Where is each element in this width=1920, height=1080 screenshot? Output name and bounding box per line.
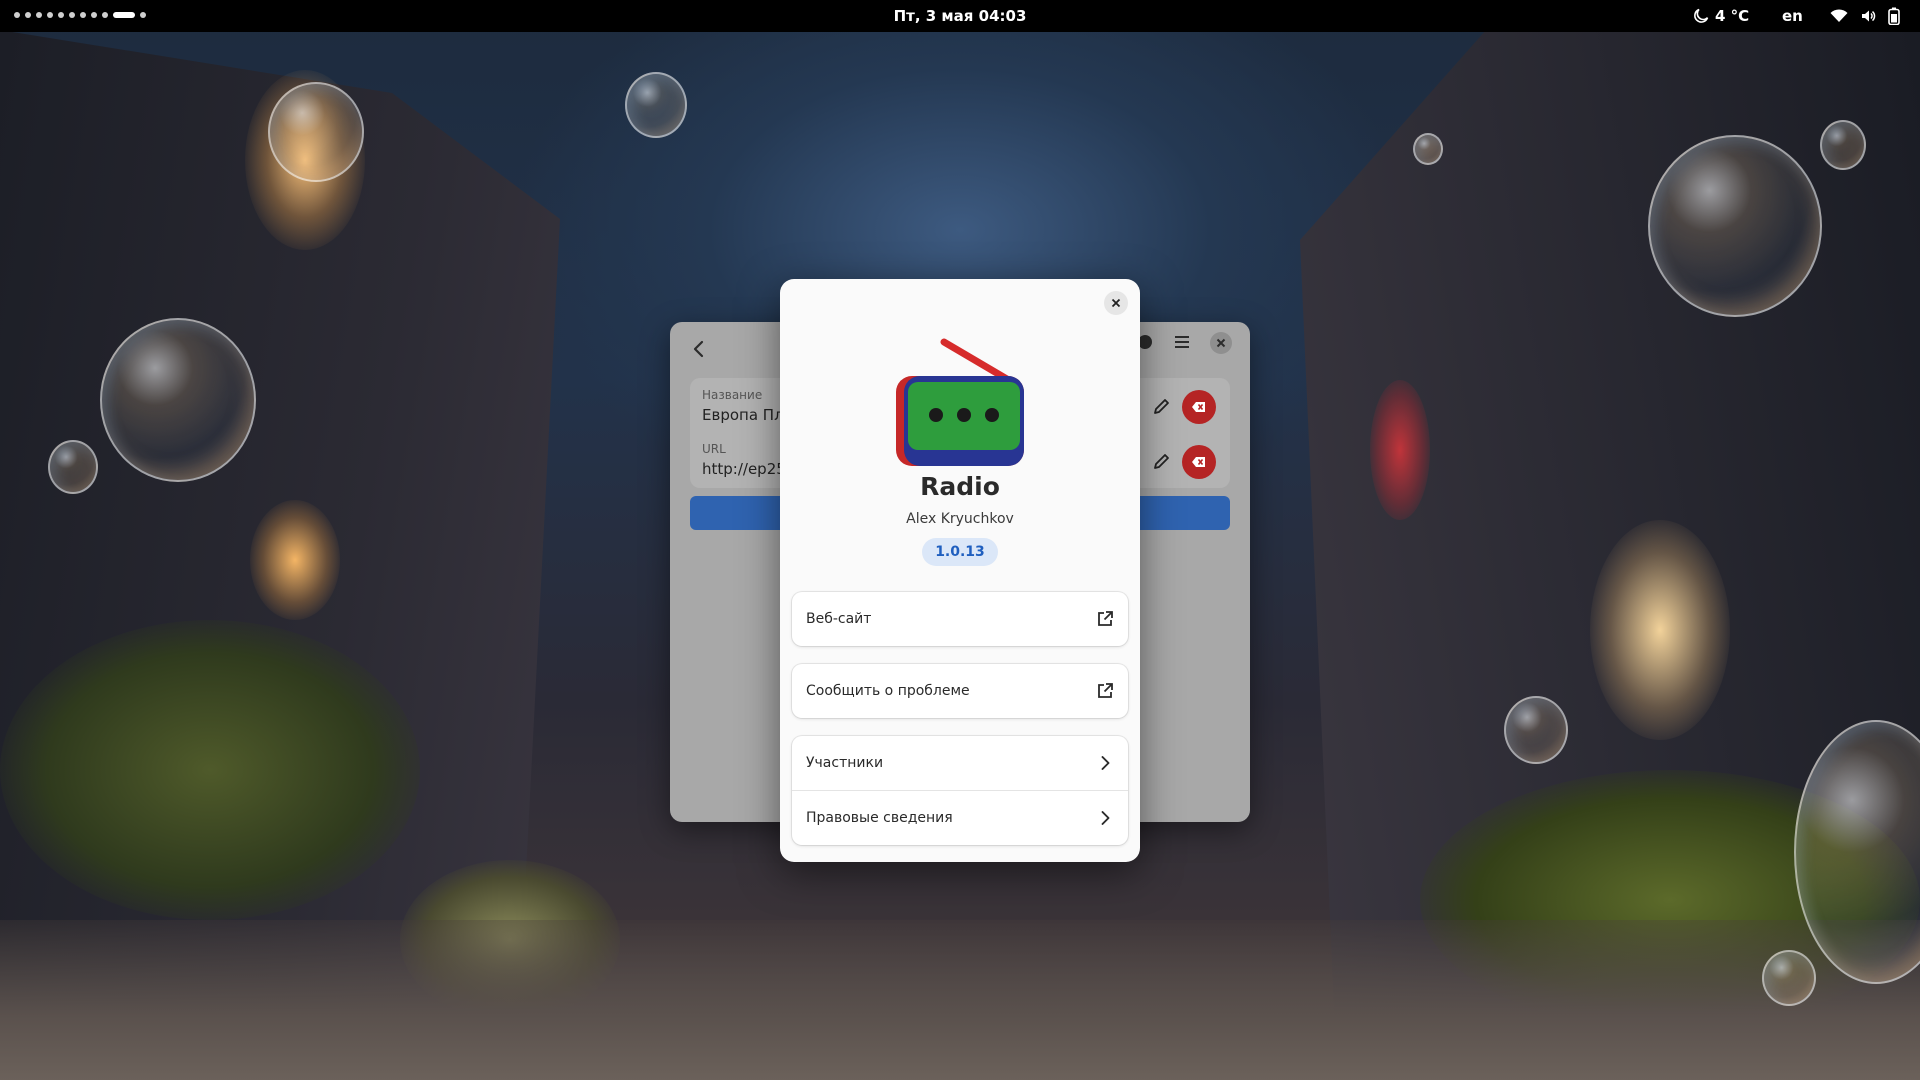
clock[interactable]: Пт, 3 мая 04:03 [0,0,1920,32]
wallpaper-bubble [1762,950,1816,1006]
about-dialog: Radio Alex Kryuchkov 1.0.13 Веб-сайт Соо… [780,279,1140,862]
wallpaper-lantern-light [250,500,340,620]
close-icon [1111,298,1121,308]
report-issue-group: Сообщить о проблеме [792,664,1128,718]
back-arrow-icon[interactable] [684,334,714,364]
wallpaper-bubble [48,440,98,494]
wallpaper-red-sign [1370,380,1430,520]
delete-url-button[interactable] [1182,445,1216,479]
temperature-label: 4 °C [1715,7,1750,25]
legal-row[interactable]: Правовые сведения [792,790,1128,845]
top-bar: Пт, 3 мая 04:03 4 °C en [0,0,1920,32]
moon-icon [1694,8,1709,23]
external-link-icon [1098,611,1113,626]
dialog-close-button[interactable] [1104,291,1128,315]
edit-pencil-icon[interactable] [1150,396,1172,418]
chevron-right-icon [1101,811,1110,825]
website-link-label: Веб-сайт [806,611,872,627]
edit-pencil-icon[interactable] [1150,451,1172,473]
website-group: Веб-сайт [792,592,1128,646]
wallpaper-ground [0,920,1920,1080]
backspace-icon [1192,402,1205,412]
keyboard-layout[interactable]: en [1782,0,1803,32]
legal-label: Правовые сведения [806,810,953,826]
wallpaper-shop-light [1590,520,1730,740]
details-group: Участники Правовые сведения [792,736,1128,845]
wallpaper-plants-left [0,620,420,920]
weather-status[interactable]: 4 °C [1693,0,1749,32]
hamburger-menu-icon[interactable] [1170,332,1194,352]
external-link-icon [1098,683,1113,698]
wallpaper-bubble [268,82,364,182]
website-link[interactable]: Веб-сайт [792,592,1128,646]
report-issue-label: Сообщить о проблеме [806,683,970,699]
radio-app-icon [896,338,1024,466]
wallpaper-bubble [1413,133,1443,165]
wallpaper-bubble [625,72,687,138]
wallpaper-bubble [100,318,256,482]
app-name: Radio [920,472,1000,501]
backspace-icon [1192,457,1205,467]
volume-icon [1862,10,1876,22]
credits-row[interactable]: Участники [792,736,1128,790]
close-icon [1216,338,1226,348]
credits-label: Участники [806,755,884,771]
wallpaper-bubble [1648,135,1822,317]
record-icon[interactable] [1138,335,1152,349]
wallpaper-bubble [1820,120,1866,170]
wifi-icon [1830,9,1848,22]
system-tray[interactable] [1830,0,1900,32]
report-issue-link[interactable]: Сообщить о проблеме [792,664,1128,718]
app-author: Alex Kryuchkov [906,511,1014,527]
chevron-right-icon [1101,756,1110,770]
battery-icon [1888,7,1900,25]
version-badge[interactable]: 1.0.13 [922,538,998,566]
delete-name-button[interactable] [1182,390,1216,424]
window-close-button[interactable] [1210,332,1232,354]
wallpaper-bubble [1504,696,1568,764]
